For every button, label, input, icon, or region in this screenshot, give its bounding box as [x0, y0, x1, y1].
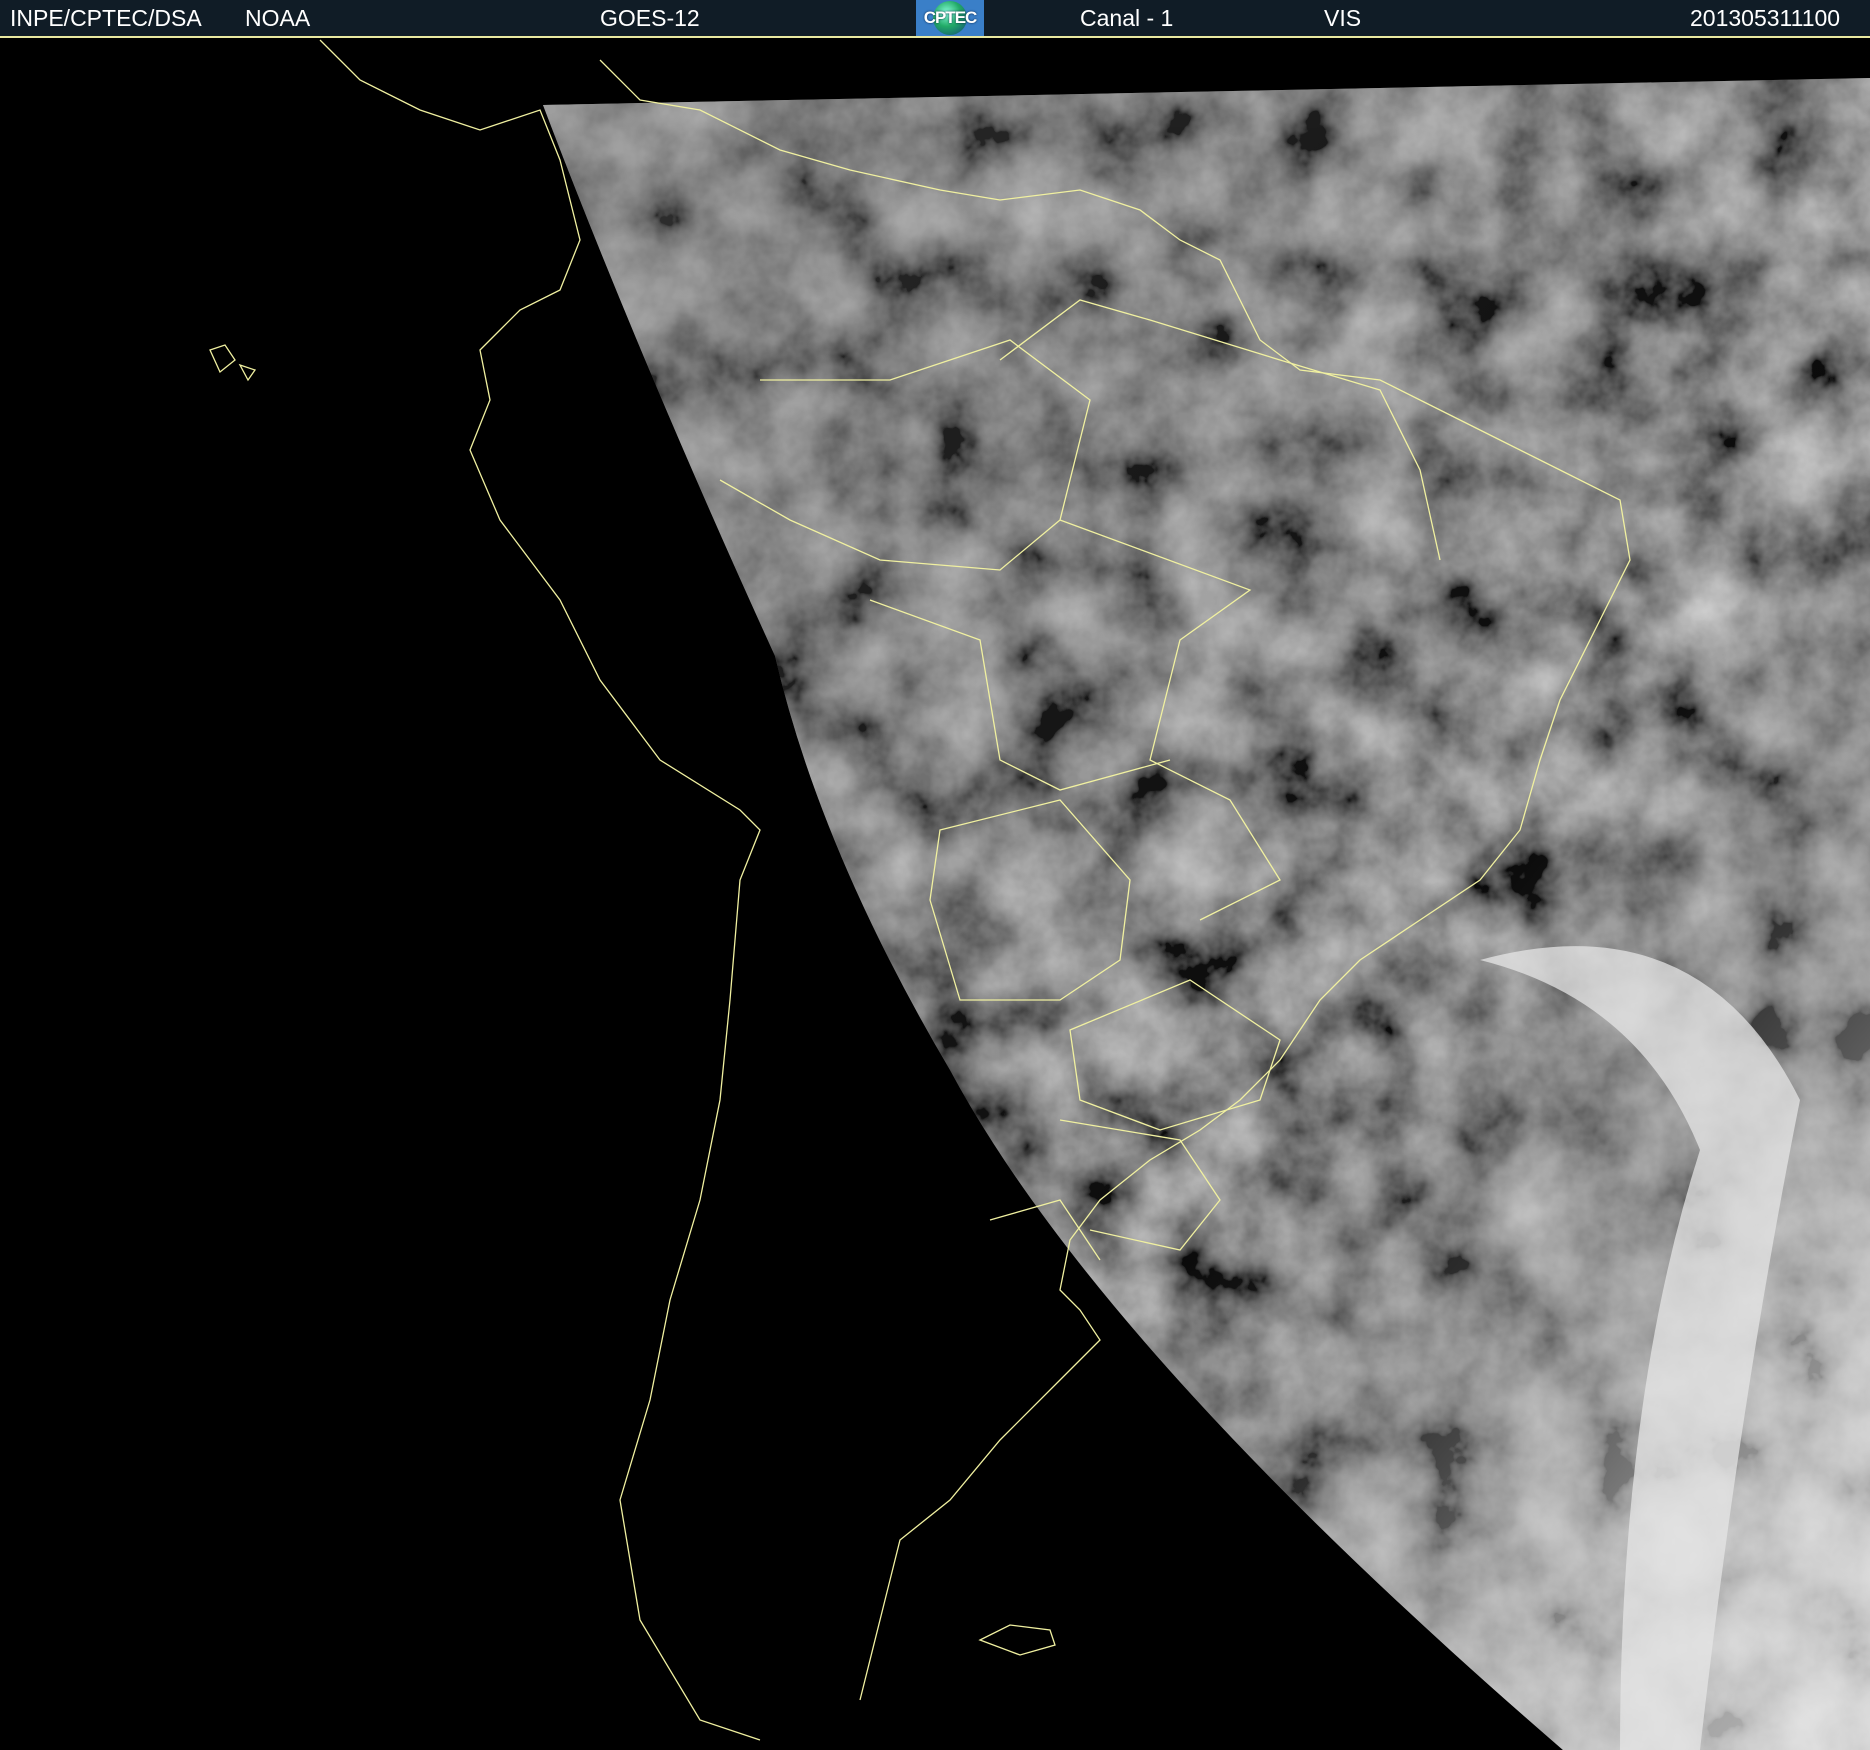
image-header: INPE/CPTEC/DSA NOAA GOES-12 CPTEC Canal … — [0, 0, 1870, 38]
satellite-image — [0, 38, 1870, 1750]
timestamp-label: 201305311100 — [1690, 5, 1841, 31]
channel-label: Canal - 1 — [1080, 5, 1174, 31]
band-label: VIS — [1324, 5, 1362, 31]
agency-label: NOAA — [245, 5, 311, 31]
satellite-label: GOES-12 — [600, 5, 700, 31]
institution-label: INPE/CPTEC/DSA — [10, 5, 202, 31]
logo-text: CPTEC — [923, 8, 978, 27]
cptec-logo: CPTEC — [916, 0, 984, 36]
